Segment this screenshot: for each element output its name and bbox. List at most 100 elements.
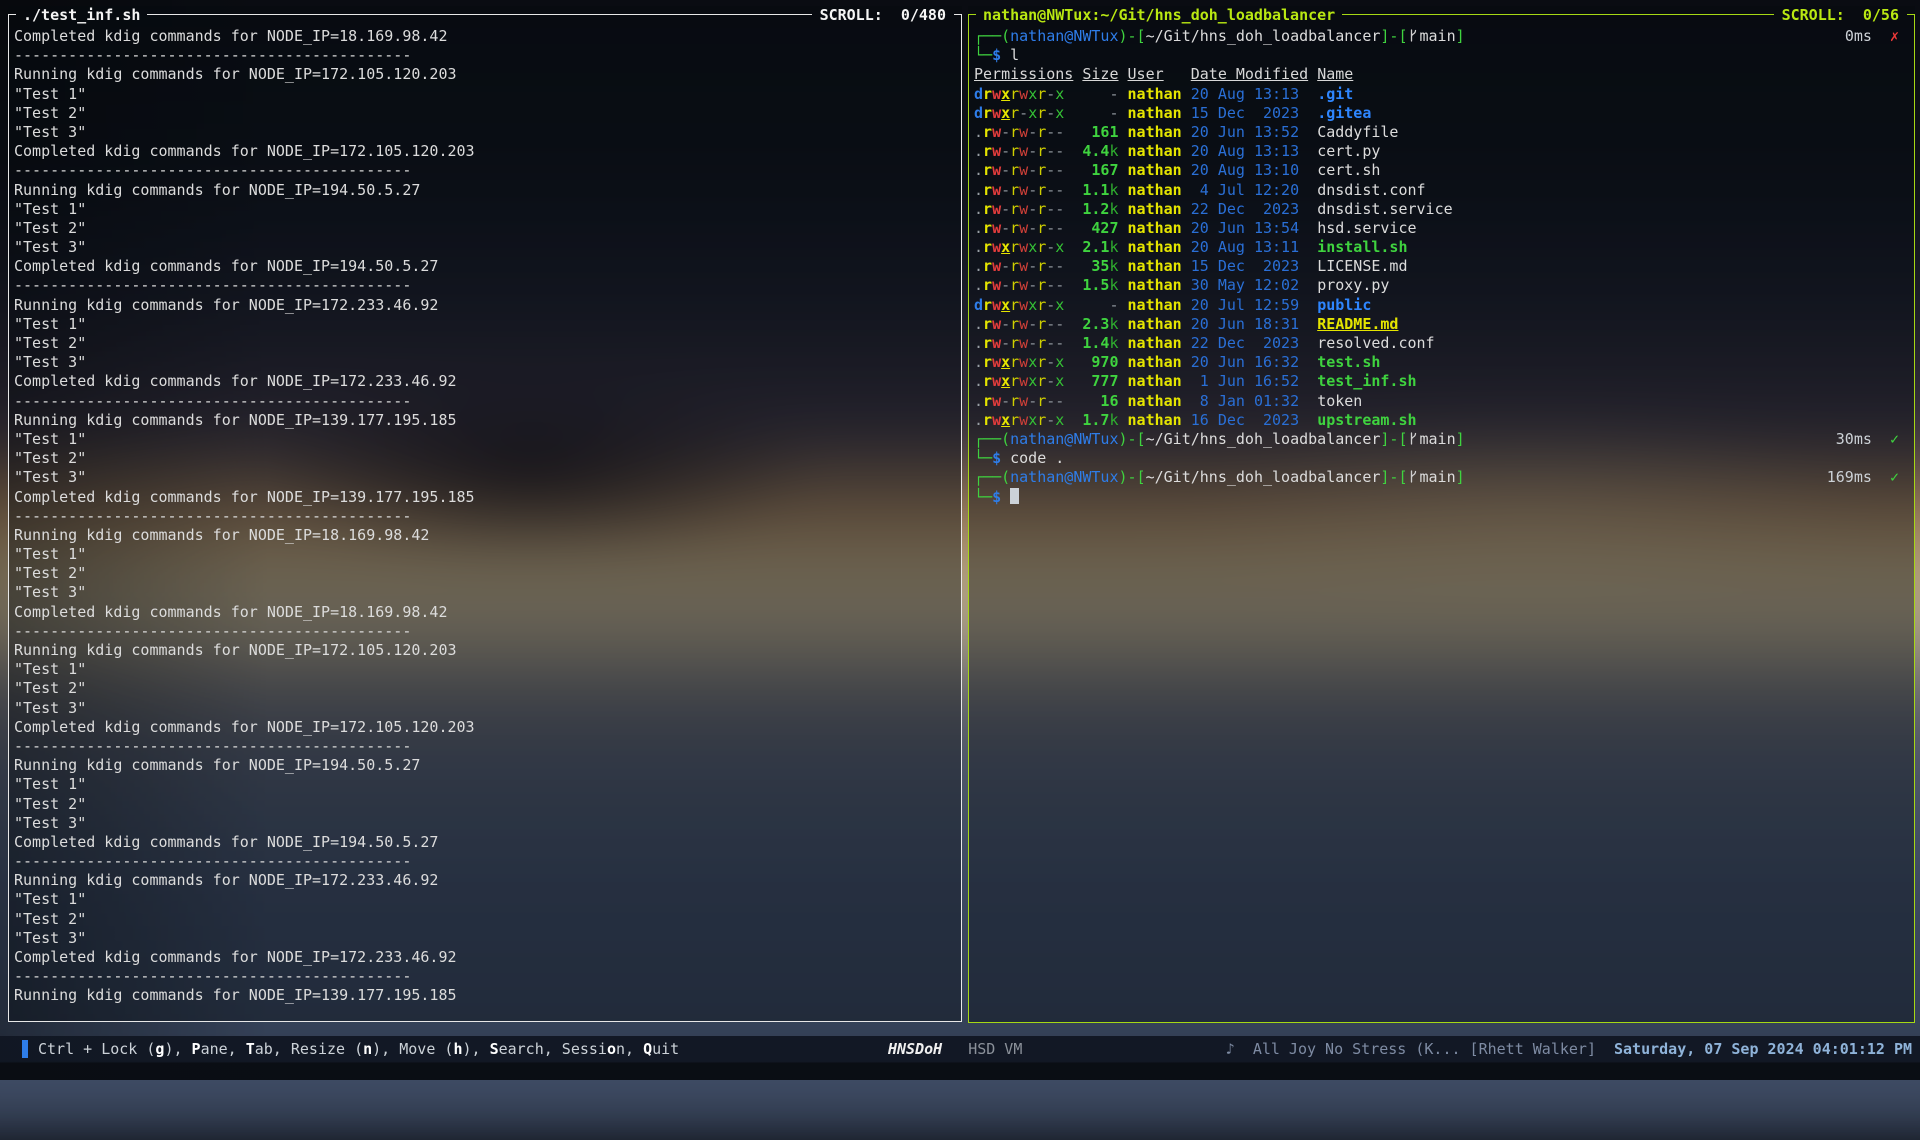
right-pane-frame-top: nathan@NWTux:~/Git/hns_doh_loadbalancer … [968,6,1915,24]
file-name: LICENSE.md [1317,257,1407,275]
prompt-line: ┌──(nathan@NWTux)-[~/Git/hns_doh_loadbal… [974,468,1909,487]
terminal-line: Running kdig commands for NODE_IP=194.50… [14,756,956,775]
terminal-cursor [1010,488,1019,504]
file-row: drwxrwxr-x - nathan 20 Jul 12:59 public [974,296,1909,315]
terminal-line: ----------------------------------------… [14,507,956,526]
file-row: drwxrwxr-x - nathan 20 Aug 13:13 .git [974,85,1909,104]
tab-hnsdoh[interactable]: HNSDoH [888,1040,942,1058]
git-branch-icon [1408,28,1419,43]
file-row: .rw-rw-r-- 1.4k nathan 22 Dec 2023 resol… [974,334,1909,353]
file-row: .rw-rw-r-- 427 nathan 20 Jun 13:54 hsd.s… [974,219,1909,238]
right-pane-corner-tr [1907,14,1915,24]
command-duration: 169ms ✓ [1827,468,1899,487]
file-name: cert.py [1317,142,1380,160]
terminal-line: "Test 2" [14,334,956,353]
file-name: Caddyfile [1317,123,1398,141]
file-name: hsd.service [1317,219,1416,237]
terminal-line: "Test 3" [14,353,956,372]
terminal-line: ----------------------------------------… [14,737,956,756]
command-duration: 30ms ✓ [1836,430,1899,449]
file-name: .git [1317,85,1353,103]
terminal-line: "Test 1" [14,545,956,564]
zellij-status-bar: Ctrl + Lock (g), Pane, Tab, Resize (n), … [0,1036,1920,1080]
prompt-line: ┌──(nathan@NWTux)-[~/Git/hns_doh_loadbal… [974,430,1909,449]
terminal-line: "Test 3" [14,238,956,257]
left-pane-title: ./test_inf.sh [23,6,140,24]
left-pane-terminal-output[interactable]: Completed kdig commands for NODE_IP=18.1… [8,24,962,1022]
terminal-line: "Test 2" [14,449,956,468]
file-name: proxy.py [1317,276,1389,294]
terminal-line: Running kdig commands for NODE_IP=172.23… [14,296,956,315]
terminal-line: ----------------------------------------… [14,622,956,641]
terminal-line: ----------------------------------------… [14,46,956,65]
file-name: public [1317,296,1371,314]
left-pane-border-line [147,14,811,24]
terminal-line: ----------------------------------------… [14,852,956,871]
file-name: install.sh [1317,238,1407,256]
terminal-line: "Test 1" [14,660,956,679]
terminal-line: "Test 3" [14,468,956,487]
file-row: .rw-rw-r-- 167 nathan 20 Aug 13:10 cert.… [974,161,1909,180]
terminal-line: "Test 3" [14,814,956,833]
command-line: └─$ l [974,46,1909,65]
terminal-line: ----------------------------------------… [14,967,956,986]
command-line: └─$ code . [974,449,1909,468]
terminal-line: Completed kdig commands for NODE_IP=172.… [14,718,956,737]
terminal-line: Running kdig commands for NODE_IP=194.50… [14,181,956,200]
pane-test-script[interactable]: ./test_inf.sh SCROLL: 0/480 Completed kd… [8,6,962,1022]
file-row: .rw-rw-r-- 161 nathan 20 Jun 13:52 Caddy… [974,123,1909,142]
terminal-line: "Test 3" [14,583,956,602]
terminal-line: Completed kdig commands for NODE_IP=18.1… [14,603,956,622]
terminal-line: "Test 2" [14,679,956,698]
terminal-line: "Test 2" [14,219,956,238]
file-row: .rw-rw-r-- 1.1k nathan 4 Jul 12:20 dnsdi… [974,181,1909,200]
file-row: drwxr-xr-x - nathan 15 Dec 2023 .gitea [974,104,1909,123]
right-pane-corner-tl [968,14,976,24]
terminal-line: ----------------------------------------… [14,392,956,411]
left-pane-corner-tl [8,14,16,24]
terminal-line: Running kdig commands for NODE_IP=18.169… [14,526,956,545]
file-name: token [1317,392,1362,410]
right-pane-title: nathan@NWTux:~/Git/hns_doh_loadbalancer [983,6,1335,24]
file-row: .rw-rw-r-- 4.4k nathan 20 Aug 13:13 cert… [974,142,1909,161]
terminal-line: "Test 2" [14,795,956,814]
file-row: .rw-rw-r-- 1.2k nathan 22 Dec 2023 dnsdi… [974,200,1909,219]
terminal-line: ----------------------------------------… [14,276,956,295]
terminal-line: "Test 3" [14,699,956,718]
pane-shell[interactable]: nathan@NWTux:~/Git/hns_doh_loadbalancer … [968,6,1915,1023]
terminal-line: Completed kdig commands for NODE_IP=172.… [14,372,956,391]
file-name: resolved.conf [1317,334,1434,352]
terminal-line: "Test 3" [14,929,956,948]
file-name: dnsdist.conf [1317,181,1425,199]
terminal-line: Completed kdig commands for NODE_IP=18.1… [14,27,956,46]
tab-hsd-vm[interactable]: HSD VM [968,1040,1022,1058]
file-name: upstream.sh [1317,411,1416,429]
terminal-line: Running kdig commands for NODE_IP=172.10… [14,641,956,660]
terminal-line: Running kdig commands for NODE_IP=172.23… [14,871,956,890]
right-pane-scroll-indicator: SCROLL: 0/56 [1782,6,1899,24]
prompt-line: ┌──(nathan@NWTux)-[~/Git/hns_doh_loadbal… [974,27,1909,46]
terminal-line: Completed kdig commands for NODE_IP=139.… [14,488,956,507]
now-playing: ♪ All Joy No Stress (K... [Rhett Walker] [1226,1040,1596,1058]
keybind-hints: Ctrl + Lock (g), Pane, Tab, Resize (n), … [38,1040,679,1058]
terminal-line: "Test 1" [14,775,956,794]
file-row: .rwxrwxr-x 2.1k nathan 20 Aug 13:11 inst… [974,238,1909,257]
terminal-line: "Test 2" [14,910,956,929]
command-line: └─$ [974,488,1909,507]
terminal-line: ----------------------------------------… [14,161,956,180]
file-row: .rw-rw-r-- 35k nathan 15 Dec 2023 LICENS… [974,257,1909,276]
right-pane-terminal-output[interactable]: ┌──(nathan@NWTux)-[~/Git/hns_doh_loadbal… [968,24,1915,1023]
left-pane-frame-top: ./test_inf.sh SCROLL: 0/480 [8,6,962,24]
git-branch-icon [1408,469,1419,484]
terminal-line: "Test 1" [14,315,956,334]
terminal-line: Completed kdig commands for NODE_IP=194.… [14,257,956,276]
terminal-line: "Test 1" [14,890,956,909]
terminal-line: "Test 1" [14,85,956,104]
file-row: .rw-rw-r-- 1.5k nathan 30 May 12:02 prox… [974,276,1909,295]
file-row: .rwxrwxr-x 970 nathan 20 Jun 16:32 test.… [974,353,1909,372]
left-pane-corner-tr [954,14,962,24]
terminal-line: Completed kdig commands for NODE_IP=194.… [14,833,956,852]
right-pane-border-line [1342,14,1773,24]
left-pane-scroll-indicator: SCROLL: 0/480 [820,6,946,24]
file-name: dnsdist.service [1317,200,1452,218]
